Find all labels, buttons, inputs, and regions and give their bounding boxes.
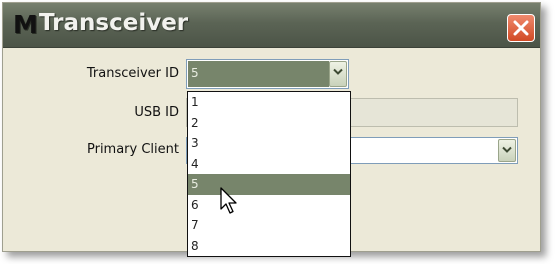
transceiver-id-value: 5	[188, 61, 329, 87]
transceiver-dialog: M Transceiver Transceiver ID 5 USB ID Pr…	[2, 2, 541, 257]
chevron-down-icon	[502, 146, 512, 153]
primary-client-label: Primary Client	[86, 142, 179, 157]
close-icon	[513, 20, 529, 36]
dropdown-option[interactable]: 8	[188, 236, 350, 257]
transceiver-id-dropdown-list: 1 2 3 4 5 6 7 8	[187, 91, 351, 257]
transceiver-id-dropdown-button[interactable]	[329, 61, 347, 87]
app-logo: M	[13, 10, 38, 39]
window-title: Transceiver	[39, 10, 189, 36]
dropdown-option-selected[interactable]: 5	[188, 174, 350, 195]
close-button[interactable]	[507, 14, 535, 42]
mouse-pointer-icon	[220, 187, 237, 214]
title-bar[interactable]: M Transceiver	[3, 3, 540, 48]
usb-id-label: USB ID	[134, 105, 179, 120]
dropdown-option[interactable]: 2	[188, 113, 350, 134]
dropdown-option[interactable]: 6	[188, 195, 350, 216]
dropdown-option[interactable]: 4	[188, 154, 350, 175]
chevron-down-icon	[333, 68, 343, 75]
transceiver-id-select[interactable]: 5	[186, 59, 349, 89]
transceiver-id-label: Transceiver ID	[86, 66, 179, 81]
primary-client-dropdown-button[interactable]	[498, 139, 516, 162]
dropdown-option[interactable]: 1	[188, 92, 350, 113]
dropdown-option[interactable]: 3	[188, 133, 350, 154]
dropdown-option[interactable]: 7	[188, 215, 350, 236]
